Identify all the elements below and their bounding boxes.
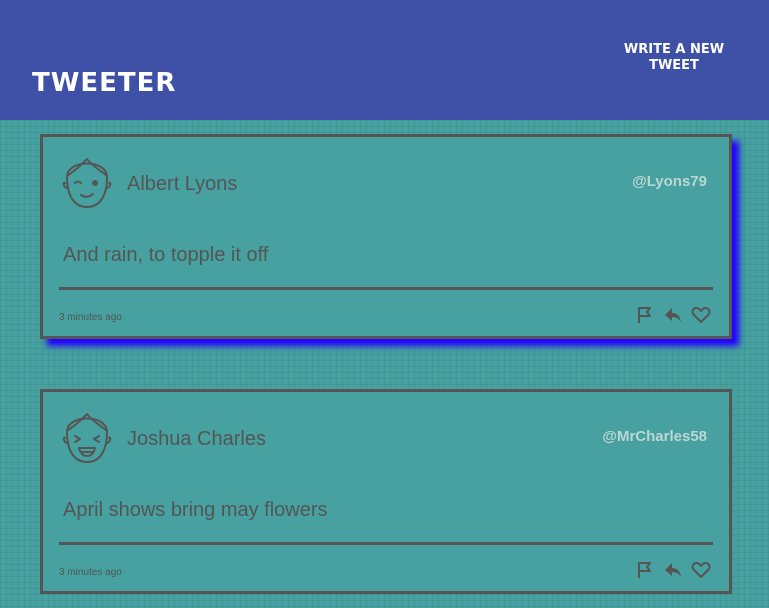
app-logo-title[interactable]: TWEETER [32,68,176,98]
tweet-author-name: Joshua Charles [127,428,266,450]
heart-icon[interactable] [691,305,711,325]
write-new-tweet-button[interactable]: WRITE A NEW TWEET [620,42,728,74]
tweet-divider [59,287,713,290]
reply-icon[interactable] [663,560,683,580]
tweet-text: April shows bring may flowers [63,499,328,521]
tweet-card: Joshua Charles @MrCharles58 April shows … [40,389,732,594]
tweet-actions [635,560,711,580]
tweet-divider [59,542,713,545]
tweet-timestamp: 3 minutes ago [59,312,122,323]
tweet-timestamp: 3 minutes ago [59,567,122,578]
heart-icon[interactable] [691,560,711,580]
tweet-author-handle: @Lyons79 [632,173,707,190]
tweet-actions [635,305,711,325]
tweet-author-handle: @MrCharles58 [602,428,707,445]
flag-icon[interactable] [635,560,655,580]
tweet-card: Albert Lyons @Lyons79 And rain, to toppl… [40,134,732,339]
laughing-face-avatar-icon [62,413,112,463]
tweet-text: And rain, to topple it off [63,244,269,266]
winking-face-avatar-icon [62,158,112,208]
tweet-author-name: Albert Lyons [127,173,238,195]
reply-icon[interactable] [663,305,683,325]
top-nav-bar: TWEETER WRITE A NEW TWEET [0,0,769,120]
flag-icon[interactable] [635,305,655,325]
